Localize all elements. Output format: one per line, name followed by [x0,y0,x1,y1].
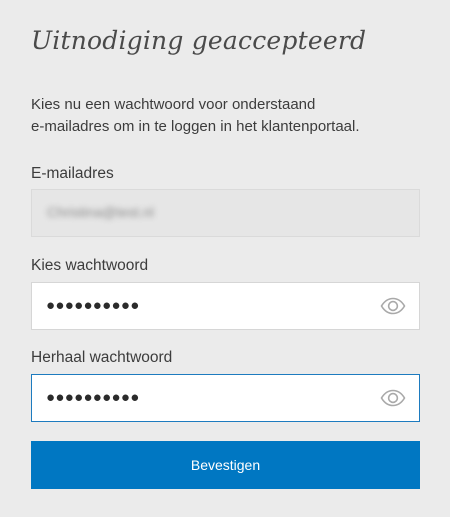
email-label: E-mailadres [31,165,114,182]
confirm-password-label: Herhaal wachtwoord [31,349,173,366]
intro-line-2: e-mailadres om in te loggen in het klant… [31,118,360,135]
eye-icon[interactable] [380,389,406,407]
password-label: Kies wachtwoord [31,257,149,274]
email-field: Christina@test.nl [31,189,420,237]
intro-text: Kies nu een wachtwoord voor onderstaand … [31,94,420,138]
confirm-password-field[interactable]: ●●●●●●●●●● [31,374,420,422]
password-field[interactable]: ●●●●●●●●●● [31,282,420,330]
eye-icon[interactable] [380,297,406,315]
intro-line-1: Kies nu een wachtwoord voor onderstaand [31,96,316,113]
page-title: Uitnodiging geaccepteerd [31,26,367,55]
email-value: Christina@test.nl [47,204,154,220]
confirm-button[interactable]: Bevestigen [31,441,420,489]
password-value: ●●●●●●●●●● [46,297,140,314]
confirm-password-value: ●●●●●●●●●● [46,389,140,406]
